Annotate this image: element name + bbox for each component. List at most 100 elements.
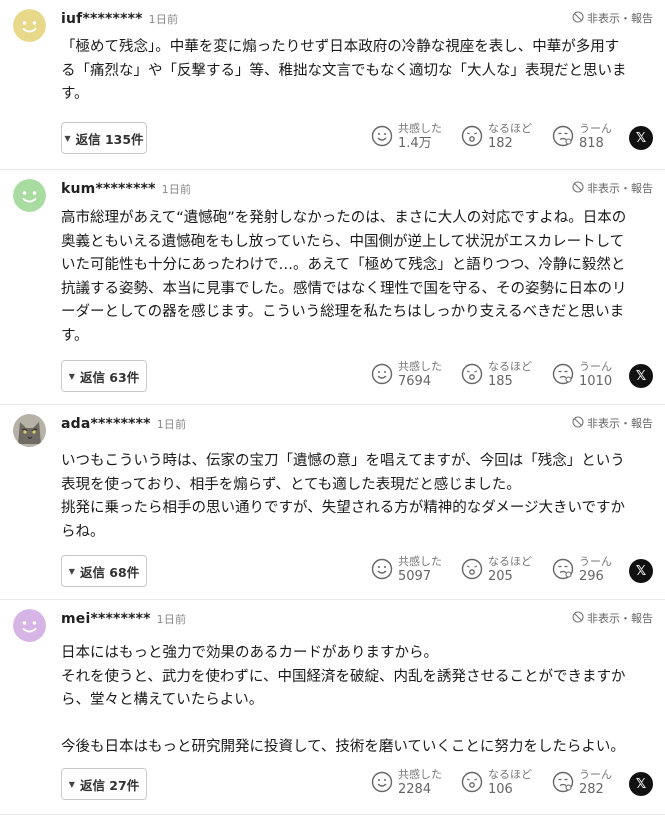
avatar[interactable] [13, 609, 46, 642]
comment-username[interactable]: mei******** 1日前 [61, 611, 186, 627]
hide-icon [572, 415, 584, 431]
reaction-count: 818 [579, 136, 604, 151]
reaction-label: なるほど [488, 360, 532, 373]
comment-body: 日本にはもっと強力で効果のあるカードがありますから。それを使うと、武力を使わずに… [61, 642, 657, 760]
comment-line: 「極めて残念」。中華を変に煽ったりせず日本政府の冷静な視座を表し、中華が多用す [61, 39, 620, 55]
reaction-label: なるほど [488, 122, 532, 135]
empathy-reaction-button[interactable]: 共感した 2284 [371, 767, 442, 797]
smile-icon [371, 125, 393, 147]
insight-face-icon [461, 125, 483, 147]
share-x-button[interactable]: 𝕏 [629, 772, 653, 796]
avatar[interactable] [13, 179, 46, 212]
reaction-label: うーん [579, 122, 612, 135]
reaction-label: うーん [579, 360, 612, 373]
reaction-label: 共感した [398, 555, 442, 568]
empathy-reaction-button[interactable]: 共感した 7694 [371, 359, 442, 389]
comment-time: 1日前 [156, 418, 187, 431]
smile-icon [371, 558, 393, 580]
reaction-count: 1.4万 [398, 136, 432, 151]
reaction-count: 106 [488, 782, 513, 797]
reaction-label: うーん [579, 555, 612, 568]
comment-line: す。 [61, 86, 89, 102]
comment-line: ら、堂々と構えていたらよい。 [61, 692, 264, 708]
insight-reaction-button[interactable]: なるほど 182 [461, 121, 532, 151]
comment-item: mei******** 1日前 非表示・報告日本にはもっと強力で効果のあるカードがあ… [0, 600, 665, 815]
comment-username[interactable]: ada******** 1日前 [61, 416, 186, 432]
insight-face-icon [461, 558, 483, 580]
comment-line: らね。 [61, 523, 105, 540]
comment-line: 今後も日本はもっと研究開発に投資して、技術を磨いていくことに努力をしたらよい。 [61, 739, 625, 755]
empathy-reaction-button[interactable]: 共感した 5097 [371, 554, 442, 584]
comment-line: ーダーとしての器を感じます。こういう総理を私たちはしっかり支えるべきだと思いま [61, 304, 625, 320]
hmm-reaction-button[interactable]: うーん 818 [552, 121, 612, 151]
insight-reaction-button[interactable]: なるほど 205 [461, 554, 532, 584]
comment-line: す。 [61, 327, 89, 344]
comment-line: 日本にはもっと強力で効果のあるカードがありますから。 [61, 645, 438, 661]
reaction-count: 182 [488, 136, 513, 151]
comment-username[interactable]: kum******** 1日前 [61, 181, 191, 197]
share-x-button[interactable]: 𝕏 [629, 364, 653, 388]
hmm-reaction-button[interactable]: うーん 296 [552, 554, 612, 584]
share-x-button[interactable]: 𝕏 [629, 126, 653, 150]
avatar[interactable] [13, 414, 46, 447]
hmm-reaction-button[interactable]: うーん 282 [552, 767, 612, 797]
comment-time: 1日前 [156, 613, 187, 626]
insight-reaction-button[interactable]: なるほど 106 [461, 767, 532, 797]
comment-item: iuf******** 1日前 非表示・報告「極めて残念」。中華を変に煽ったりせず日… [0, 0, 665, 170]
x-logo-icon: 𝕏 [635, 368, 647, 384]
reaction-count: 2284 [398, 782, 432, 797]
caret-down-icon: ▼ [68, 566, 75, 576]
reply-toggle-button[interactable]: ▼ 返信 135件 [61, 122, 147, 154]
empathy-reaction-button[interactable]: 共感した 1.4万 [371, 121, 442, 151]
comment-line: る「痛烈な」や「反撃する」等、稚拙な文言でもなく適切な「大人な」表現だと思いま [61, 62, 627, 79]
comment-body: 高市総理があえて“遺憾砲”を発射しなかったのは、まさに大人の対応ですよね。日本の… [61, 207, 657, 348]
smile-icon [371, 363, 393, 385]
reaction-label: 共感した [398, 360, 442, 373]
reaction-count: 185 [488, 374, 513, 389]
hmm-face-icon [552, 363, 574, 385]
hide-report-button[interactable]: 非表示・報告 [572, 10, 653, 26]
caret-down-icon: ▼ [64, 133, 71, 143]
comment-item: ada******** 1日前 非表示・報告いつもこういう時は、伝家の宝刀「遺憾の意… [0, 405, 665, 600]
comment-line [61, 713, 657, 737]
hmm-face-icon [552, 771, 574, 793]
reaction-label: 共感した [398, 122, 442, 135]
reaction-label: うーん [579, 768, 612, 781]
comment-line: いた可能性も十分にあったわけで…。あえて「極めて残念」と語りつつ、冷静に毅然と [61, 257, 626, 273]
comment-line: 奥義ともいえる遺憾砲をもし放っていたら、中国側が逆上して状況がエスカレートして [61, 233, 625, 250]
comment-body: 「極めて残念」。中華を変に煽ったりせず日本政府の冷静な視座を表し、中華が多用する… [61, 36, 657, 107]
hide-report-button[interactable]: 非表示・報告 [572, 180, 653, 196]
hide-report-button[interactable]: 非表示・報告 [572, 415, 653, 431]
reply-toggle-button[interactable]: ▼ 返信 27件 [61, 768, 147, 800]
avatar[interactable] [13, 9, 46, 42]
comment-time: 1日前 [148, 13, 179, 26]
comment-time: 1日前 [161, 183, 192, 196]
comment-line: 高市総理があえて“遺憾砲”を発射しなかったのは、まさに大人の対応ですよね。日本の [61, 210, 627, 226]
insight-face-icon [461, 363, 483, 385]
insight-face-icon [461, 771, 483, 793]
comment-line: それを使うと、武力を使わずに、中国経済を破綻、内乱を誘発させることができますか [61, 668, 626, 685]
x-logo-icon: 𝕏 [635, 130, 647, 146]
hide-icon [572, 180, 584, 196]
caret-down-icon: ▼ [68, 371, 75, 381]
insight-reaction-button[interactable]: なるほど 185 [461, 359, 532, 389]
reaction-count: 282 [579, 782, 604, 797]
reaction-count: 205 [488, 569, 513, 584]
reaction-count: 296 [579, 569, 604, 584]
hmm-reaction-button[interactable]: うーん 1010 [552, 359, 612, 389]
reaction-label: 共感した [398, 768, 442, 781]
share-x-button[interactable]: 𝕏 [629, 559, 653, 583]
hide-icon [572, 610, 584, 626]
caret-down-icon: ▼ [68, 779, 75, 789]
reaction-label: なるほど [488, 555, 532, 568]
x-logo-icon: 𝕏 [635, 776, 647, 792]
comment-item: kum******** 1日前 非表示・報告高市総理があえて“遺憾砲”を発射しなかっ… [0, 170, 665, 405]
comment-username[interactable]: iuf******** 1日前 [61, 11, 178, 27]
reaction-count: 1010 [579, 374, 613, 389]
comment-body: いつもこういう時は、伝家の宝刀「遺憾の意」を唱えてますが、今回は「残念」という表… [61, 450, 657, 544]
reply-toggle-button[interactable]: ▼ 返信 68件 [61, 555, 147, 587]
hide-report-button[interactable]: 非表示・報告 [572, 610, 653, 626]
reaction-label: なるほど [488, 768, 532, 781]
comment-line: 挑発に乗ったら相手の思い通りですが、失望される方が精神的なダメージ大きいですか [61, 500, 626, 516]
reply-toggle-button[interactable]: ▼ 返信 63件 [61, 360, 147, 392]
